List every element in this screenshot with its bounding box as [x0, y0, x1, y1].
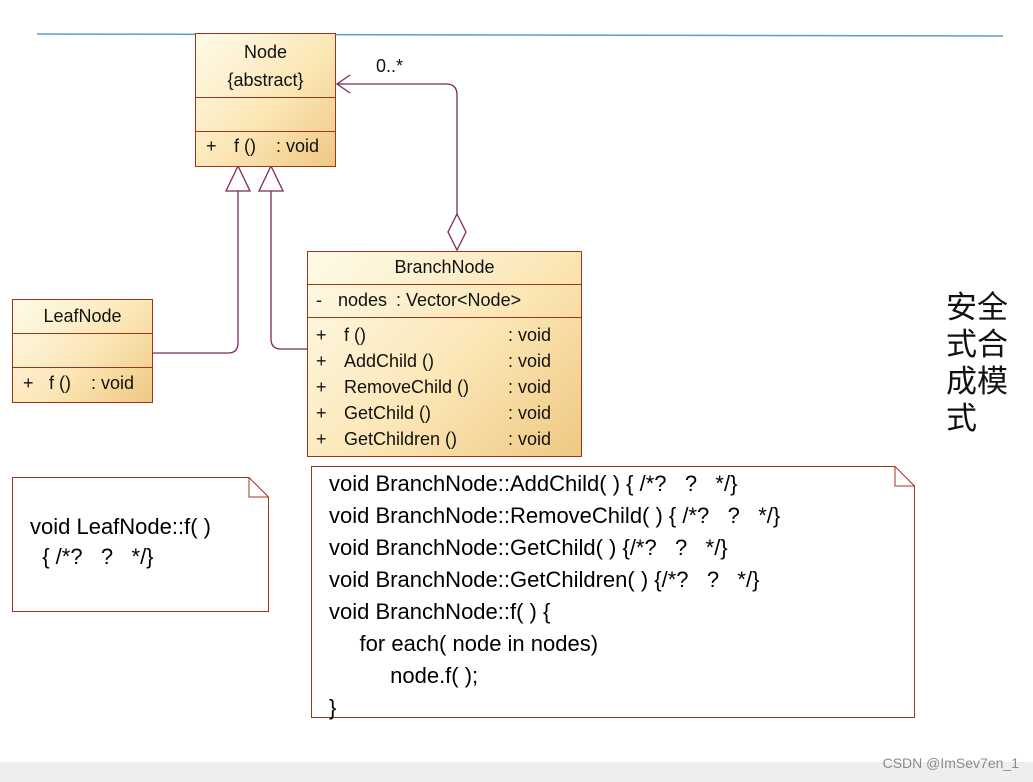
note-line: void BranchNode::AddChild( ) { /*? ? */} [329, 471, 738, 496]
class-node-attributes [196, 98, 335, 132]
operation-row: + AddChild () : void [308, 348, 581, 374]
operation-row: + f () : void [196, 133, 335, 159]
operation-visibility: + [316, 351, 327, 371]
leaf-code-note: void LeafNode::f( ) { /*? ? */} [12, 477, 269, 612]
operation-row: + GetChild () : void [308, 400, 581, 426]
class-node-name: Node [243, 42, 288, 62]
operation-type: : void [508, 403, 552, 423]
class-branch-node-attributes: - nodes : Vector<Node> [308, 285, 581, 318]
operation-type: : void [508, 429, 552, 449]
aggregation-diamond [447, 212, 467, 252]
class-node[interactable]: Node {abstract} + f () : void [195, 33, 336, 167]
operation-name: f () [49, 373, 71, 393]
operation-visibility: + [316, 403, 327, 423]
branch-generalization-arrowhead [257, 164, 285, 192]
note-line: void BranchNode::GetChildren( ) {/*? ? *… [329, 567, 760, 592]
operation-name: GetChild () [344, 403, 432, 423]
operation-type: : void [508, 351, 552, 371]
branch-generalization-line [270, 191, 307, 350]
class-leaf-node-name: LeafNode [43, 306, 122, 326]
note-line: for each( node in nodes) [329, 631, 599, 656]
class-node-stereotype: {abstract} [227, 70, 304, 90]
leaf-generalization-line [152, 191, 239, 354]
operation-name: GetChildren () [344, 429, 458, 449]
operation-visibility: + [316, 325, 327, 345]
branch-code-note: void BranchNode::AddChild( ) { /*? ? */}… [311, 466, 915, 720]
attribute-row: - nodes : Vector<Node> [308, 287, 581, 313]
note-line: void LeafNode::f( ) [30, 514, 211, 539]
attribute-name: nodes [338, 290, 388, 310]
class-branch-node[interactable]: BranchNode - nodes : Vector<Node> + f ()… [307, 251, 582, 457]
note-line: { /*? ? */} [30, 544, 154, 569]
note-line: } [329, 695, 337, 720]
operation-row: + GetChildren () : void [308, 426, 581, 452]
operation-visibility: + [23, 373, 34, 393]
operation-row: + f () : void [13, 370, 152, 396]
operation-name: RemoveChild () [344, 377, 470, 397]
operation-row: + RemoveChild () : void [308, 374, 581, 400]
class-leaf-node-operations: + f () : void [13, 368, 152, 402]
operation-row: + f () : void [308, 322, 581, 348]
class-branch-node-name: BranchNode [394, 257, 495, 277]
leaf-generalization-arrowhead [224, 164, 252, 192]
watermark: CSDN @ImSev7en_1 [882, 755, 1019, 771]
class-branch-node-operations: + f () : void + AddChild () : void + Rem… [308, 318, 581, 452]
operation-name: f () [234, 136, 256, 156]
operation-type: : void [508, 377, 552, 397]
operation-type: : void [508, 325, 552, 345]
multiplicity-label: 0..* [376, 56, 404, 76]
note-line: void BranchNode::RemoveChild( ) { /*? ? … [329, 503, 781, 528]
operation-visibility: + [316, 429, 327, 449]
note-line: node.f( ); [329, 663, 479, 688]
operation-name: f () [344, 325, 366, 345]
side-title: 安全式合成模式 [946, 290, 1008, 437]
operation-type: : void [276, 136, 320, 156]
note-line: void BranchNode::GetChild( ) {/*? ? */} [329, 535, 728, 560]
class-leaf-node[interactable]: LeafNode + f () : void [12, 299, 153, 403]
note-line: void BranchNode::f( ) { [329, 599, 551, 624]
operation-visibility: + [206, 136, 217, 156]
top-rule [36, 33, 1004, 37]
class-leaf-node-attributes [13, 334, 152, 368]
aggregation-line [337, 83, 458, 214]
class-node-operations: + f () : void [196, 132, 335, 166]
operation-type: : void [91, 373, 135, 393]
attribute-type: : Vector<Node> [396, 290, 522, 310]
operation-name: AddChild () [344, 351, 435, 371]
attribute-visibility: - [316, 290, 322, 310]
operation-visibility: + [316, 377, 327, 397]
